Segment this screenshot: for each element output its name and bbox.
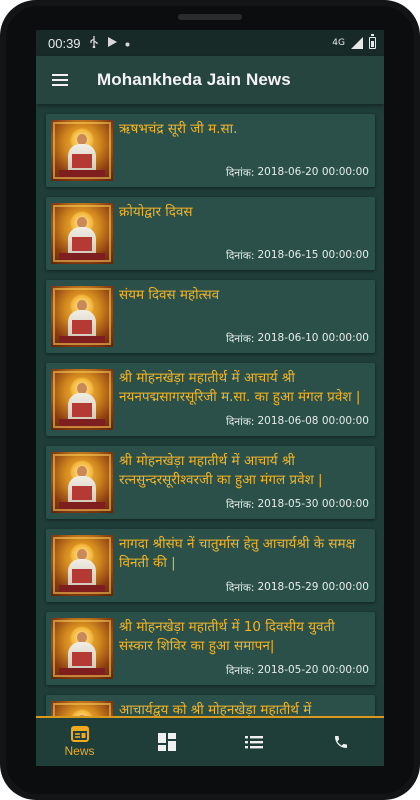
news-thumbnail — [51, 701, 113, 716]
news-list[interactable]: ऋषभचंद्र सूरी जी म.सा. दिनांक: 2018-06-20… — [36, 104, 384, 716]
date-value: 2018-05-30 00:00:00 — [257, 498, 369, 510]
date-label: दिनांक: — [226, 582, 255, 594]
date-value: 2018-06-08 00:00:00 — [257, 415, 369, 427]
date-label: दिनांक: — [226, 499, 255, 511]
nav-contact[interactable] — [297, 718, 384, 766]
news-thumbnail — [51, 286, 113, 347]
news-card[interactable]: नागदा श्रीसंघ नें चातुर्मास हेतु आचार्यश… — [46, 529, 375, 602]
dashboard-icon — [157, 733, 176, 751]
news-thumbnail — [51, 369, 113, 430]
news-card[interactable]: ऋषभचंद्र सूरी जी म.सा. दिनांक: 2018-06-20… — [46, 114, 375, 187]
status-right-icons: 4G — [332, 34, 376, 49]
signal-icon — [351, 37, 363, 49]
date-label: दिनांक: — [226, 167, 255, 179]
news-title: श्री मोहनखेड़ा महातीर्थ में आचार्य श्री … — [119, 370, 361, 405]
news-thumbnail — [51, 535, 113, 596]
nav-news-label: News — [64, 744, 95, 758]
news-title: संयम दिवस महोत्सव — [119, 287, 220, 303]
play-icon — [107, 36, 117, 50]
news-card[interactable]: श्री मोहनखेड़ा महातीर्थ में आचार्य श्री … — [46, 446, 375, 519]
news-title: श्री मोहनखेड़ा महातीर्थ में आचार्य श्री … — [119, 453, 323, 488]
news-thumbnail — [51, 203, 113, 264]
news-date: दिनांक: 2018-05-30 00:00:00 — [226, 498, 369, 512]
news-title: क्रोयोद्वार दिवस — [119, 204, 193, 220]
news-date: दिनांक: 2018-06-20 00:00:00 — [226, 166, 369, 180]
nav-news[interactable]: News — [36, 718, 123, 766]
app-bar: Mohankheda Jain News — [36, 56, 384, 104]
date-label: दिनांक: — [226, 416, 255, 428]
news-card[interactable]: आचार्यद्वय को श्री मोहनखेड़ा महातीर्थ मे… — [46, 695, 375, 716]
news-card[interactable]: संयम दिवस महोत्सव दिनांक: 2018-06-10 00:0… — [46, 280, 375, 353]
phone-icon — [334, 736, 347, 748]
news-icon — [70, 726, 89, 742]
news-date: दिनांक: 2018-06-15 00:00:00 — [226, 249, 369, 263]
usb-icon — [89, 35, 99, 51]
earpiece-speaker — [178, 14, 242, 20]
news-thumbnail — [51, 120, 113, 181]
date-label: दिनांक: — [226, 665, 255, 677]
app-screen: 00:39 4G Mohankheda Jain News ऋषभचंद्र स… — [36, 30, 384, 766]
news-title: आचार्यद्वय को श्री मोहनखेड़ा महातीर्थ मे… — [119, 702, 312, 716]
nav-list[interactable] — [210, 718, 297, 766]
news-title: ऋषभचंद्र सूरी जी म.सा. — [119, 121, 238, 137]
news-thumbnail — [51, 452, 113, 513]
date-label: दिनांक: — [226, 250, 255, 262]
news-date: दिनांक: 2018-06-10 00:00:00 — [226, 332, 369, 346]
news-thumbnail — [51, 618, 113, 679]
date-value: 2018-05-29 00:00:00 — [257, 581, 369, 593]
dot-icon — [125, 37, 130, 50]
news-date: दिनांक: 2018-06-08 00:00:00 — [226, 415, 369, 429]
status-bar: 00:39 4G — [36, 30, 384, 56]
news-title: श्री मोहनखेड़ा महातीर्थ में 10 दिवसीय यु… — [119, 619, 335, 654]
bottom-navigation: News — [36, 716, 384, 766]
nav-dashboard[interactable] — [123, 718, 210, 766]
battery-icon — [369, 34, 376, 49]
date-value: 2018-06-20 00:00:00 — [257, 166, 369, 178]
news-date: दिनांक: 2018-05-29 00:00:00 — [226, 581, 369, 595]
news-card[interactable]: क्रोयोद्वार दिवस दिनांक: 2018-06-15 00:00… — [46, 197, 375, 270]
date-value: 2018-06-15 00:00:00 — [257, 249, 369, 261]
date-label: दिनांक: — [226, 333, 255, 345]
news-date: दिनांक: 2018-05-20 00:00:00 — [226, 664, 369, 678]
date-value: 2018-06-10 00:00:00 — [257, 332, 369, 344]
app-title: Mohankheda Jain News — [97, 70, 291, 89]
news-card[interactable]: श्री मोहनखेड़ा महातीर्थ में आचार्य श्री … — [46, 363, 375, 436]
news-title: नागदा श्रीसंघ नें चातुर्मास हेतु आचार्यश… — [119, 536, 356, 571]
network-type: 4G — [332, 38, 345, 48]
hamburger-menu-icon[interactable] — [36, 56, 84, 104]
news-card[interactable]: श्री मोहनखेड़ा महातीर्थ में 10 दिवसीय यु… — [46, 612, 375, 685]
date-value: 2018-05-20 00:00:00 — [257, 664, 369, 676]
status-time: 00:39 — [48, 35, 81, 51]
phone-frame: 00:39 4G Mohankheda Jain News ऋषभचंद्र स… — [0, 0, 420, 800]
list-icon — [244, 736, 263, 749]
